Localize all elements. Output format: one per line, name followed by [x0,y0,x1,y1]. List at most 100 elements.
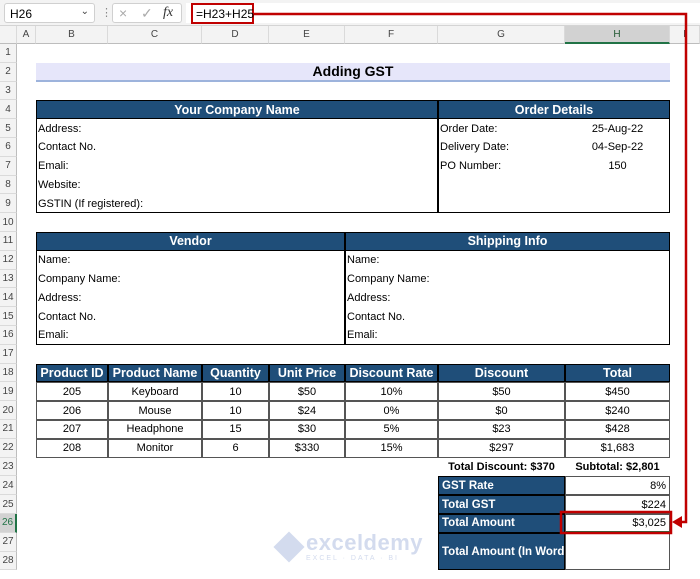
row-header-24[interactable]: 24 [0,476,17,496]
column-header-d[interactable]: D [202,26,269,44]
company-field[interactable]: Website: [36,176,438,195]
product-cell[interactable]: $240 [565,401,670,420]
select-all-corner[interactable] [0,26,17,44]
company-field[interactable]: GSTIN (If registered): [36,194,438,213]
product-cell[interactable]: 15% [345,438,438,458]
row-header-7[interactable]: 7 [0,156,17,176]
column-header-g[interactable]: G [438,26,565,44]
row-header-19[interactable]: 19 [0,382,17,402]
row-header-15[interactable]: 15 [0,307,17,326]
row-header-26[interactable]: 26 [0,513,17,533]
row-header-28[interactable]: 28 [0,551,17,571]
row-header-17[interactable]: 17 [0,344,17,364]
vendor-field[interactable]: Name: [36,251,345,270]
in-word-label[interactable]: Total Amount (In Word) [438,532,565,571]
column-header-h[interactable]: H [565,26,670,44]
order-field-label[interactable]: PO Number: [438,157,565,176]
row-header-18[interactable]: 18 [0,363,17,383]
insert-function-icon[interactable]: fx [163,5,173,21]
shipping-field[interactable]: Name: [345,251,670,270]
row-header-2[interactable]: 2 [0,62,17,82]
cancel-icon[interactable]: × [119,5,127,21]
total-discount[interactable]: Total Discount: $370 [438,458,565,477]
product-cell[interactable]: 207 [36,419,108,439]
order-field-value[interactable]: 150 [565,157,670,176]
total-gst-value[interactable]: $224 [565,495,670,514]
order-field-value[interactable]: 25-Aug-22 [565,119,670,138]
row-header-23[interactable]: 23 [0,457,17,477]
row-header-10[interactable]: 10 [0,213,17,232]
row-header-27[interactable]: 27 [0,532,17,552]
gst-rate-value[interactable]: 8% [565,476,670,496]
row-header-14[interactable]: 14 [0,288,17,308]
company-field[interactable]: Address: [36,119,438,138]
enter-icon[interactable]: ✓ [141,5,153,22]
product-cell[interactable]: 15 [202,419,269,439]
product-cell[interactable]: 10% [345,382,438,402]
product-cell[interactable]: $50 [269,382,345,402]
column-header-c[interactable]: C [108,26,202,44]
column-header-f[interactable]: F [345,26,438,44]
order-field-label[interactable]: Order Date: [438,119,565,138]
total-amount-label[interactable]: Total Amount [438,513,565,533]
page-title[interactable]: Adding GST [36,62,670,82]
row-header-21[interactable]: 21 [0,419,17,439]
product-cell[interactable]: 0% [345,401,438,420]
row-header-9[interactable]: 9 [0,194,17,214]
product-cell[interactable]: $0 [438,401,565,420]
vendor-field[interactable]: Company Name: [36,270,345,289]
product-cell[interactable]: $428 [565,419,670,439]
product-cell[interactable]: 206 [36,401,108,420]
shipping-field[interactable]: Emali: [345,326,670,345]
vendor-field[interactable]: Address: [36,288,345,307]
in-word-value[interactable] [565,532,670,571]
column-header-e[interactable]: E [269,26,345,44]
product-cell[interactable]: 5% [345,419,438,439]
row-header-3[interactable]: 3 [0,81,17,101]
product-cell[interactable]: Keyboard [108,382,202,402]
row-header-22[interactable]: 22 [0,438,17,458]
product-cell[interactable]: Headphone [108,419,202,439]
product-cell[interactable]: $297 [438,438,565,458]
row-header-20[interactable]: 20 [0,401,17,420]
row-header-4[interactable]: 4 [0,100,17,120]
row-header-16[interactable]: 16 [0,325,17,345]
column-header-a[interactable]: A [17,26,36,44]
company-field[interactable]: Contact No. [36,138,438,157]
total-gst-label[interactable]: Total GST [438,495,565,514]
more-options-icon[interactable]: ⋮ [101,6,112,19]
shipping-field[interactable]: Address: [345,288,670,307]
formula-text[interactable]: =H23+H25 [191,3,254,24]
column-header-b[interactable]: B [36,26,108,44]
product-cell[interactable]: 6 [202,438,269,458]
product-cell[interactable]: $1,683 [565,438,670,458]
product-cell[interactable]: $23 [438,419,565,439]
column-header-i[interactable]: I [670,26,700,44]
product-cell[interactable]: 205 [36,382,108,402]
product-cell[interactable]: $50 [438,382,565,402]
product-cell[interactable]: $24 [269,401,345,420]
order-field-value[interactable]: 04-Sep-22 [565,138,670,157]
row-header-25[interactable]: 25 [0,495,17,514]
formula-input[interactable] [186,3,700,23]
product-column-header[interactable]: Unit Price [269,363,345,383]
vendor-field[interactable]: Contact No. [36,307,345,326]
company-field[interactable]: Emali: [36,157,438,176]
row-header-6[interactable]: 6 [0,137,17,157]
row-header-5[interactable]: 5 [0,119,17,138]
gst-rate-label[interactable]: GST Rate [438,476,565,496]
total-amount-value[interactable]: $3,025 [565,513,670,533]
shipping-header[interactable]: Shipping Info [345,231,670,251]
row-header-13[interactable]: 13 [0,269,17,289]
product-column-header[interactable]: Total [565,363,670,383]
product-column-header[interactable]: Discount Rate [345,363,438,383]
product-cell[interactable]: $30 [269,419,345,439]
product-cell[interactable]: Monitor [108,438,202,458]
row-header-8[interactable]: 8 [0,175,17,195]
subtotal[interactable]: Subtotal: $2,801 [565,458,670,477]
product-column-header[interactable]: Quantity [202,363,269,383]
product-cell[interactable]: $450 [565,382,670,402]
order-field-label[interactable]: Delivery Date: [438,138,565,157]
name-box[interactable]: H26 ⌄ [4,3,95,23]
product-cell[interactable]: 208 [36,438,108,458]
